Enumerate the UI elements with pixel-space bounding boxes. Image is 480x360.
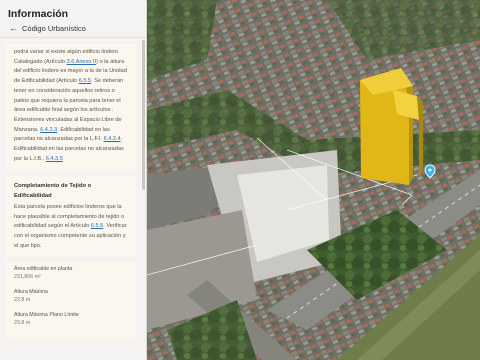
note-text: . Se deberán tener en consideración aque… (14, 78, 124, 133)
info-panel: Información ← Código Urbanístico podrá v… (0, 0, 147, 360)
article-link-6-4-2-3[interactable]: 6.4.2.3 (40, 127, 57, 133)
map-view[interactable] (147, 0, 480, 360)
data-label: Altura Máxima (14, 289, 48, 296)
data-value: 231,866 m² (14, 274, 41, 281)
panel-header: Información (0, 0, 146, 20)
arrow-left-icon[interactable]: ← (9, 24, 18, 33)
edificability-note-card: podrá variar si existe algún edificio li… (6, 44, 136, 171)
data-value: 29,8 m (14, 320, 31, 327)
data-label: Área edificable en planta (14, 266, 73, 273)
panel-scrollbar[interactable] (142, 40, 145, 190)
tissue-completion-card: Completamiento de Tejido o Edificabilida… (6, 176, 136, 258)
data-row-max-height-limit-plane: Altura Máxima Plano Límite 29,8 m (14, 311, 129, 328)
section-title: Código Urbanístico (22, 24, 86, 33)
data-row-buildable-area: Área edificable en planta 231,866 m² (14, 265, 129, 282)
panel-scroll-area[interactable]: podrá variar si existe algún edificio li… (0, 38, 142, 360)
panel-title: Información (8, 8, 69, 20)
article-link-6-5-5[interactable]: 6.5.5 (79, 78, 91, 84)
article-link-6-4-2-4[interactable]: 6.4.2.4 (104, 136, 121, 142)
article-link-6-5-5-b[interactable]: 6.5.5 (91, 223, 103, 229)
article-link-6-4-3-5[interactable]: 6.4.3.5 (46, 156, 63, 162)
data-label: Altura Máxima Plano Límite (14, 312, 79, 319)
data-row-max-height: Altura Máxima 22,8 m (14, 288, 129, 305)
aerial-3d-map[interactable] (147, 0, 480, 360)
parcel-data-list: Área edificable en planta 231,866 m² Alt… (6, 261, 136, 340)
data-value: 22,8 m (14, 297, 31, 304)
card-title: Completamiento de Tejido o Edificabilida… (14, 183, 92, 200)
article-link-3-6-anexo-ii[interactable]: 3.6 Anexo II (67, 59, 97, 65)
back-nav[interactable]: ← Código Urbanístico (0, 20, 146, 38)
